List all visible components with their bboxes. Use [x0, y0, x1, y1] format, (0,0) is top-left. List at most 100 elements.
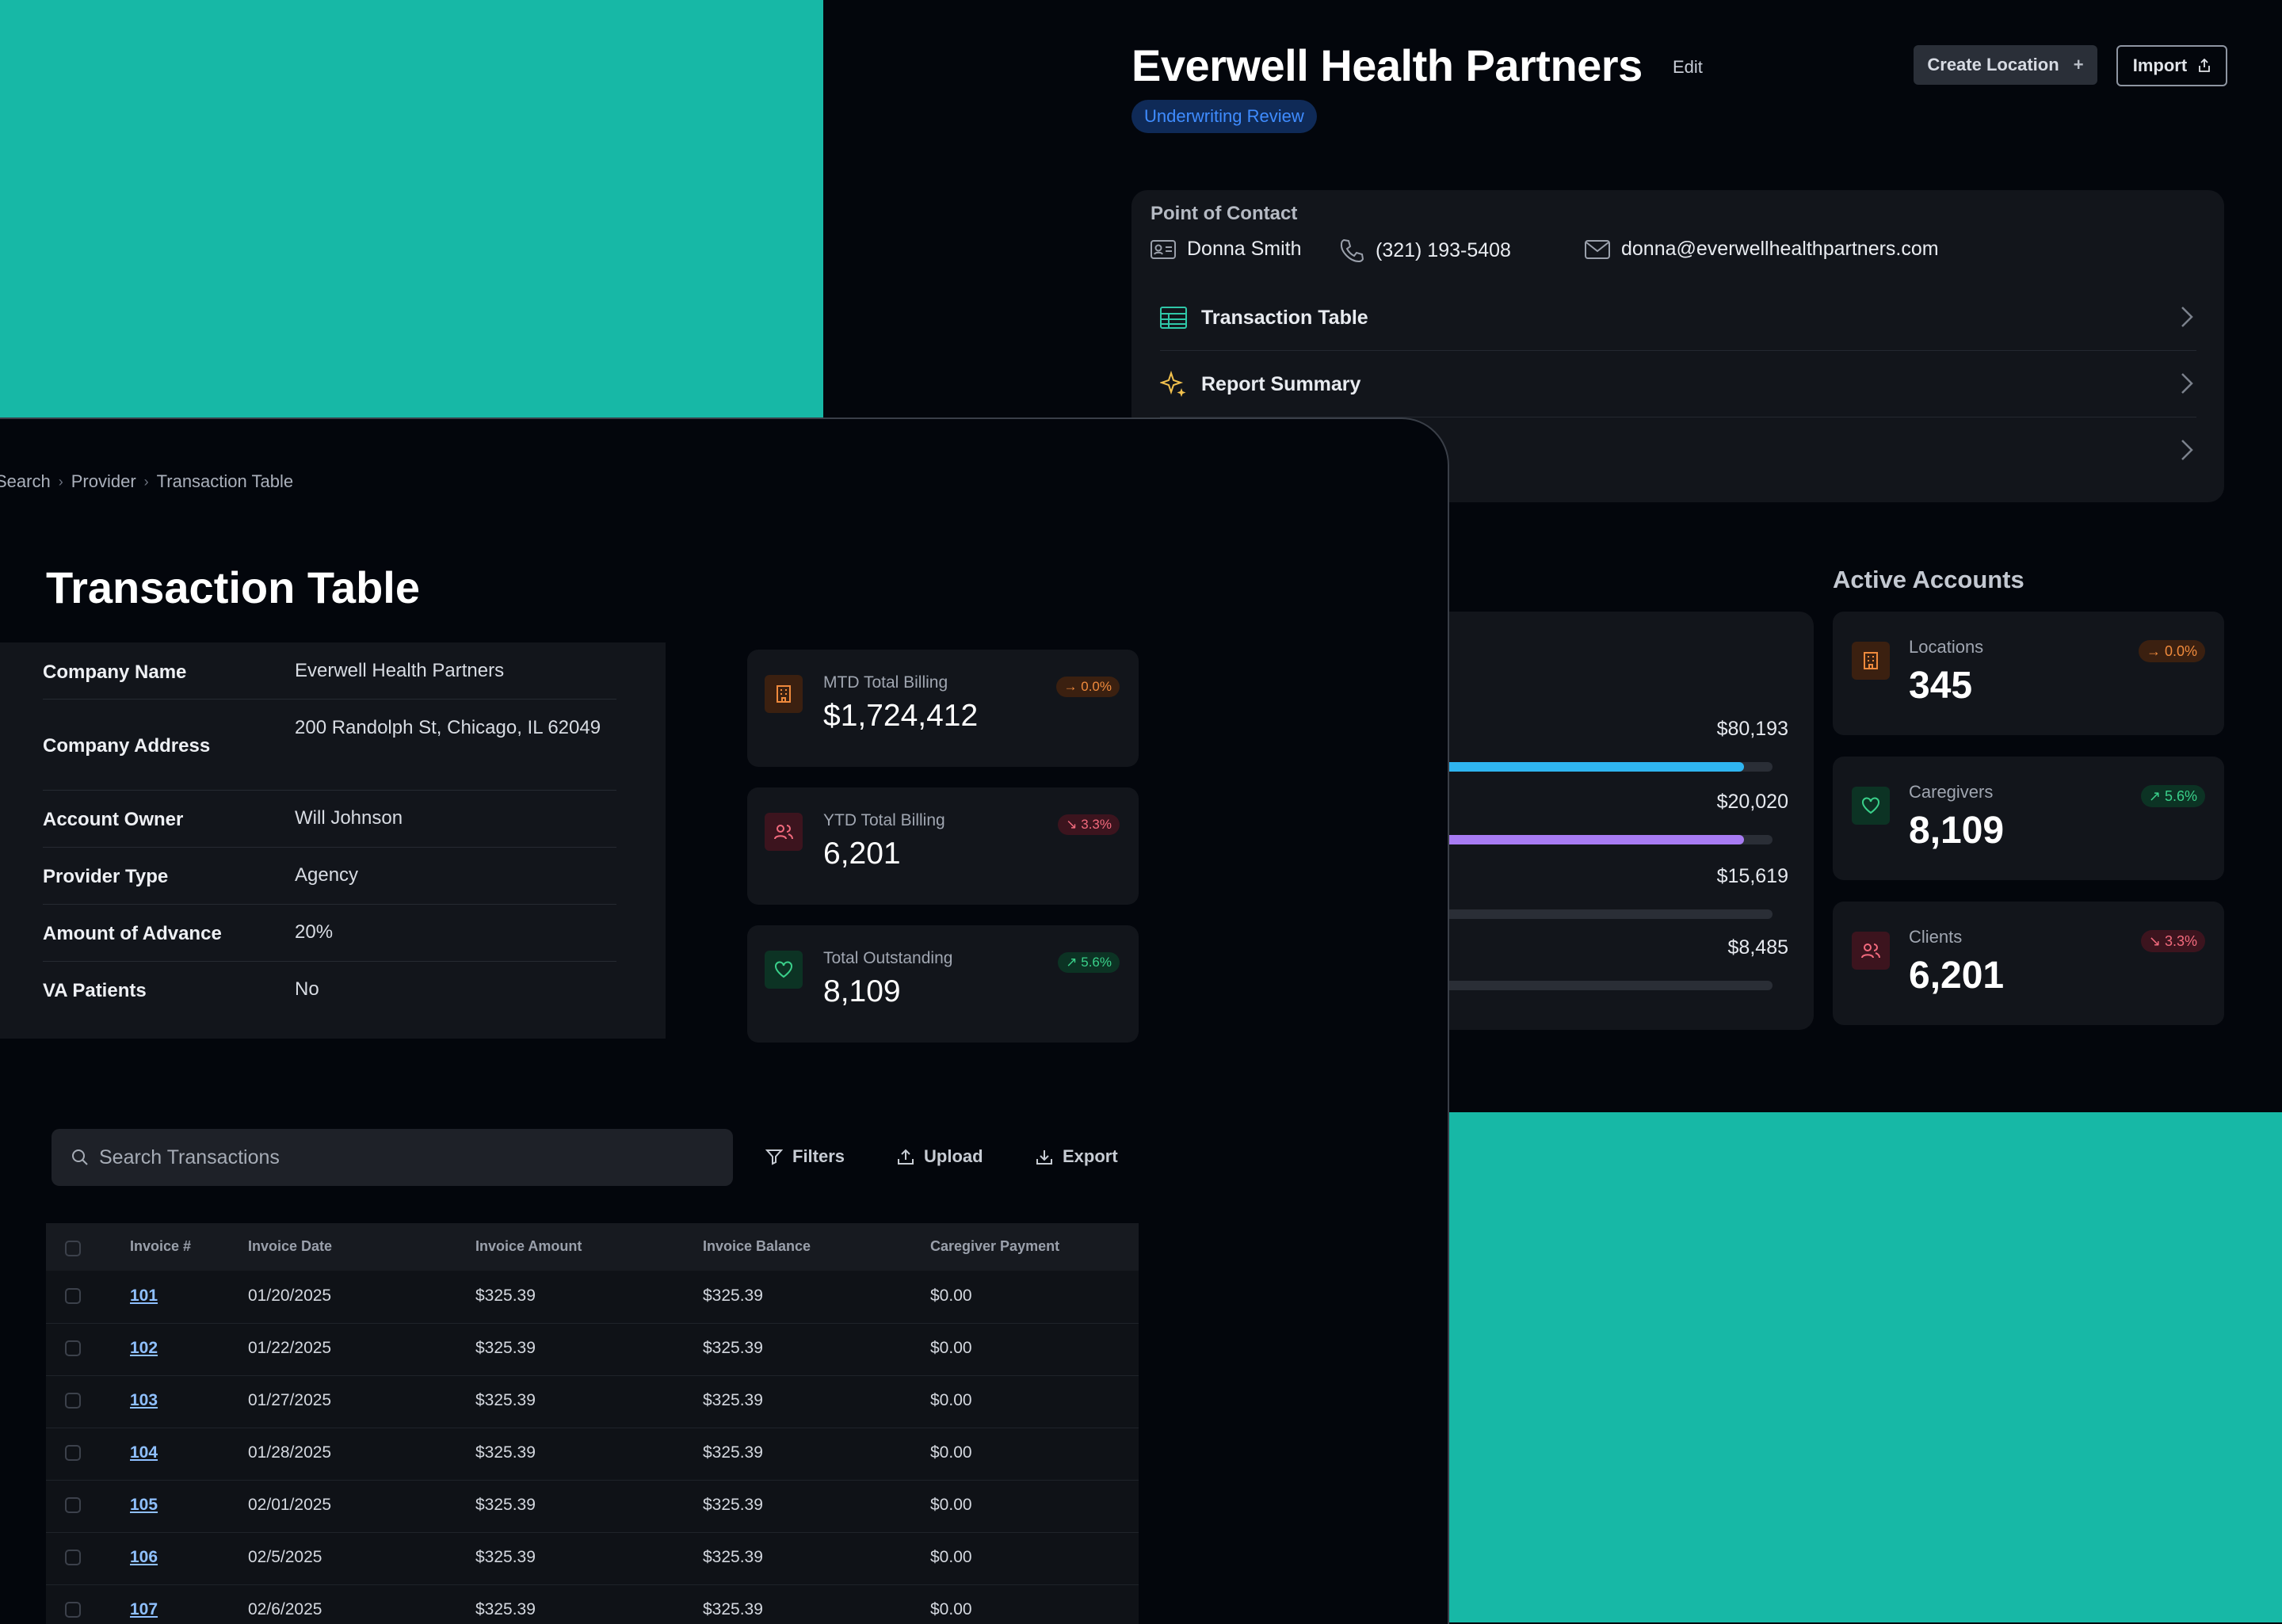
invoice-date: 01/28/2025	[248, 1443, 332, 1462]
breadcrumb-search[interactable]: Search	[0, 471, 51, 492]
nav-transaction-table[interactable]: Transaction Table	[1160, 285, 2196, 351]
outstanding-label: Total Outstanding	[823, 949, 953, 967]
invoice-number-link[interactable]: 105	[130, 1496, 158, 1515]
row-checkbox[interactable]	[65, 1393, 81, 1409]
locations-trend-badge: → 0.0%	[2138, 640, 2205, 662]
nav-report-summary-label: Report Summary	[1201, 372, 1361, 395]
table-row[interactable]: 101 01/20/2025 $325.39 $325.39 $0.00	[46, 1271, 1139, 1324]
row-checkbox[interactable]	[65, 1445, 81, 1461]
table-row[interactable]: 102 01/22/2025 $325.39 $325.39 $0.00	[46, 1323, 1139, 1376]
caregivers-card[interactable]: Caregivers 8,109 ↗ 5.6%	[1833, 757, 2224, 880]
ytd-trend-badge: ↘ 3.3%	[1058, 814, 1120, 835]
table-row[interactable]: 103 01/27/2025 $325.39 $325.39 $0.00	[46, 1375, 1139, 1428]
info-row-account-owner: Account Owner Will Johnson	[43, 790, 616, 848]
invoice-number-link[interactable]: 101	[130, 1287, 158, 1306]
info-value: 20%	[295, 921, 334, 943]
row-checkbox[interactable]	[65, 1288, 81, 1304]
ytd-total-billing-card[interactable]: YTD Total Billing 6,201 ↘ 3.3%	[747, 787, 1139, 905]
locations-card[interactable]: Locations 345 → 0.0%	[1833, 612, 2224, 735]
column-header-balance[interactable]: Invoice Balance	[703, 1238, 811, 1255]
edit-button[interactable]: Edit	[1673, 57, 1703, 78]
row-checkbox[interactable]	[65, 1550, 81, 1565]
clients-trend-badge: ↘ 3.3%	[2140, 930, 2205, 952]
trend-down-icon: ↘	[1066, 817, 1082, 832]
import-label: Import	[2132, 55, 2188, 75]
filters-button[interactable]: Filters	[765, 1146, 845, 1167]
total-outstanding-card[interactable]: Total Outstanding 8,109 ↗ 5.6%	[747, 925, 1139, 1043]
table-row[interactable]: 106 02/5/2025 $325.39 $325.39 $0.00	[46, 1532, 1139, 1585]
info-value: 200 Randolph St, Chicago, IL 62049	[295, 717, 601, 738]
info-row-company-address: Company Address 200 Randolph St, Chicago…	[43, 699, 616, 791]
invoice-number-link[interactable]: 102	[130, 1339, 158, 1358]
outstanding-trend-value: 5.6%	[1081, 955, 1112, 970]
ytd-label: YTD Total Billing	[823, 811, 945, 829]
teal-background-top-left	[0, 0, 823, 417]
info-value: Agency	[295, 864, 359, 886]
nav-report-summary[interactable]: Report Summary	[1160, 352, 2196, 417]
search-transactions-input[interactable]: Search Transactions	[52, 1129, 733, 1186]
invoice-balance: $325.39	[703, 1339, 763, 1357]
clients-trend-value: 3.3%	[2164, 933, 2197, 949]
invoice-number-link[interactable]: 103	[130, 1391, 158, 1410]
trend-up-icon: ↗	[1066, 955, 1082, 970]
invoice-date: 01/20/2025	[248, 1287, 332, 1305]
breadcrumb: Search › Provider › Transaction Table	[0, 471, 293, 492]
invoice-number-link[interactable]: 106	[130, 1548, 158, 1567]
upload-button[interactable]: Upload	[897, 1146, 983, 1167]
chevron-right-icon	[2181, 307, 2193, 327]
column-header-amount[interactable]: Invoice Amount	[475, 1238, 582, 1255]
row-checkbox[interactable]	[65, 1340, 81, 1356]
caregiver-payment: $0.00	[930, 1339, 972, 1357]
users-icon	[1852, 932, 1890, 970]
column-header-date[interactable]: Invoice Date	[248, 1238, 332, 1255]
import-button[interactable]: Import	[2116, 45, 2227, 86]
info-key: Account Owner	[43, 809, 184, 830]
contact-phone[interactable]: (321) 193-5408	[1339, 238, 1511, 263]
caregivers-trend-value: 5.6%	[2164, 788, 2197, 804]
column-header-caregiver-payment[interactable]: Caregiver Payment	[930, 1238, 1059, 1255]
arrow-right-icon: →	[2146, 643, 2165, 659]
outstanding-trend-badge: ↗ 5.6%	[1058, 952, 1120, 973]
mtd-total-billing-card[interactable]: MTD Total Billing $1,724,412 → 0.0%	[747, 650, 1139, 767]
row-checkbox[interactable]	[65, 1602, 81, 1618]
clients-card[interactable]: Clients 6,201 ↘ 3.3%	[1833, 902, 2224, 1025]
sparkles-icon	[1160, 371, 1186, 397]
invoice-amount: $325.39	[475, 1339, 536, 1357]
invoice-number-link[interactable]: 104	[130, 1443, 158, 1462]
invoice-amount: $325.39	[475, 1443, 536, 1462]
table-row[interactable]: 107 02/6/2025 $325.39 $325.39 $0.00	[46, 1584, 1139, 1624]
column-header-invoice[interactable]: Invoice #	[130, 1238, 191, 1255]
provider-title: Everwell Health Partners	[1131, 40, 1643, 90]
caregiver-payment: $0.00	[930, 1496, 972, 1514]
table-row[interactable]: 104 01/28/2025 $325.39 $325.39 $0.00	[46, 1428, 1139, 1481]
invoice-balance: $325.39	[703, 1496, 763, 1514]
invoice-number-link[interactable]: 107	[130, 1600, 158, 1619]
caregivers-label: Caregivers	[1909, 782, 1994, 802]
export-button[interactable]: Export	[1036, 1146, 1118, 1167]
caregiver-payment: $0.00	[930, 1548, 972, 1566]
transaction-table-window: Search › Provider › Transaction Table Tr…	[0, 417, 1449, 1624]
invoice-date: 01/22/2025	[248, 1339, 332, 1357]
mtd-label: MTD Total Billing	[823, 673, 948, 692]
info-key: Company Address	[43, 735, 211, 757]
invoice-amount: $325.39	[475, 1391, 536, 1409]
bar-value-4: $8,485	[1727, 936, 1788, 959]
download-icon	[1036, 1150, 1052, 1165]
clients-label: Clients	[1909, 927, 1963, 947]
create-location-button[interactable]: Create Location +	[1914, 45, 2097, 85]
point-of-contact-label: Point of Contact	[1151, 203, 1298, 224]
id-card-icon	[1151, 239, 1176, 259]
ytd-value: 6,201	[823, 837, 901, 871]
breadcrumb-provider[interactable]: Provider	[71, 471, 136, 492]
table-row[interactable]: 105 02/01/2025 $325.39 $325.39 $0.00	[46, 1480, 1139, 1533]
company-info-panel: Company Name Everwell Health Partners Co…	[0, 642, 666, 1039]
building-icon	[765, 675, 803, 713]
select-all-checkbox[interactable]	[65, 1241, 81, 1256]
teal-background-bottom-right	[1448, 1112, 2282, 1622]
plus-icon: +	[2073, 55, 2084, 74]
caregivers-trend-badge: ↗ 5.6%	[2140, 785, 2205, 807]
contact-email[interactable]: donna@everwellhealthpartners.com	[1585, 238, 1939, 261]
building-icon	[1852, 642, 1890, 680]
info-key: VA Patients	[43, 980, 147, 1001]
row-checkbox[interactable]	[65, 1497, 81, 1513]
